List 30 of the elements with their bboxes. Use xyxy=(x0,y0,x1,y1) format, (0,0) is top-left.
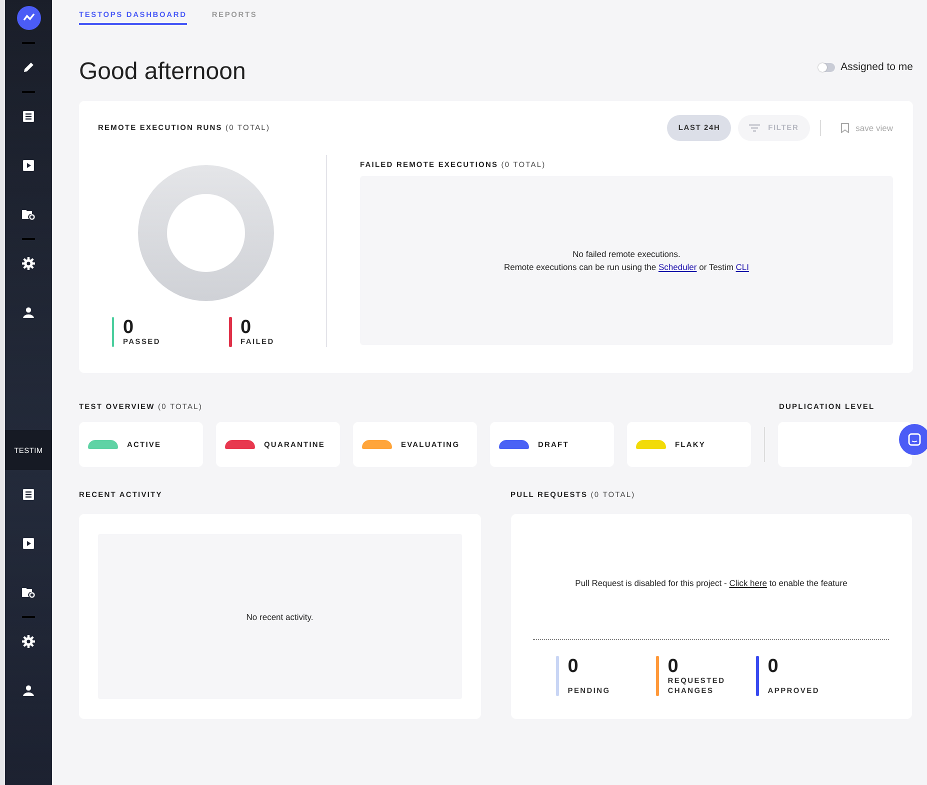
stat-value: 0 xyxy=(240,318,252,336)
text-link[interactable]: CLI xyxy=(736,262,750,272)
list-icon[interactable] xyxy=(23,110,34,122)
stat-value: 0 xyxy=(123,318,135,336)
greeting-heading: Good afternoon xyxy=(79,58,246,86)
empty-message: No recent activity. xyxy=(246,612,314,622)
toggle-switch[interactable] xyxy=(818,62,835,72)
settings-icon[interactable] xyxy=(22,256,35,270)
text-link[interactable]: Click here xyxy=(729,578,767,588)
pencil-icon[interactable] xyxy=(22,61,34,74)
user-icon[interactable] xyxy=(23,684,34,696)
list-icon[interactable] xyxy=(23,488,34,500)
logo-icon[interactable] xyxy=(16,6,40,30)
user-icon[interactable] xyxy=(23,306,34,318)
stat-value: 0 xyxy=(768,657,780,676)
folder-gear-icon[interactable] xyxy=(22,208,35,220)
hint-text: Remote executions can be run using the Scheduler or Testim CLI xyxy=(504,262,750,272)
settings-icon[interactable] xyxy=(22,634,35,648)
toggle-label: Assigned to me xyxy=(840,61,913,73)
disabled-message: Pull Request is disabled for this project - Click here to enable the feature xyxy=(575,578,848,588)
stat-value: 0 xyxy=(668,657,680,676)
folder-gear-icon[interactable] xyxy=(22,586,35,598)
filter-icon xyxy=(749,124,760,132)
play-icon[interactable] xyxy=(23,160,34,171)
play-icon[interactable] xyxy=(23,538,34,549)
bookmark-icon xyxy=(840,122,849,133)
text-link[interactable]: Scheduler xyxy=(658,262,697,272)
chat-icon xyxy=(908,433,921,446)
empty-message: No failed remote executions. xyxy=(572,248,680,258)
stat-value: 0 xyxy=(568,657,580,676)
